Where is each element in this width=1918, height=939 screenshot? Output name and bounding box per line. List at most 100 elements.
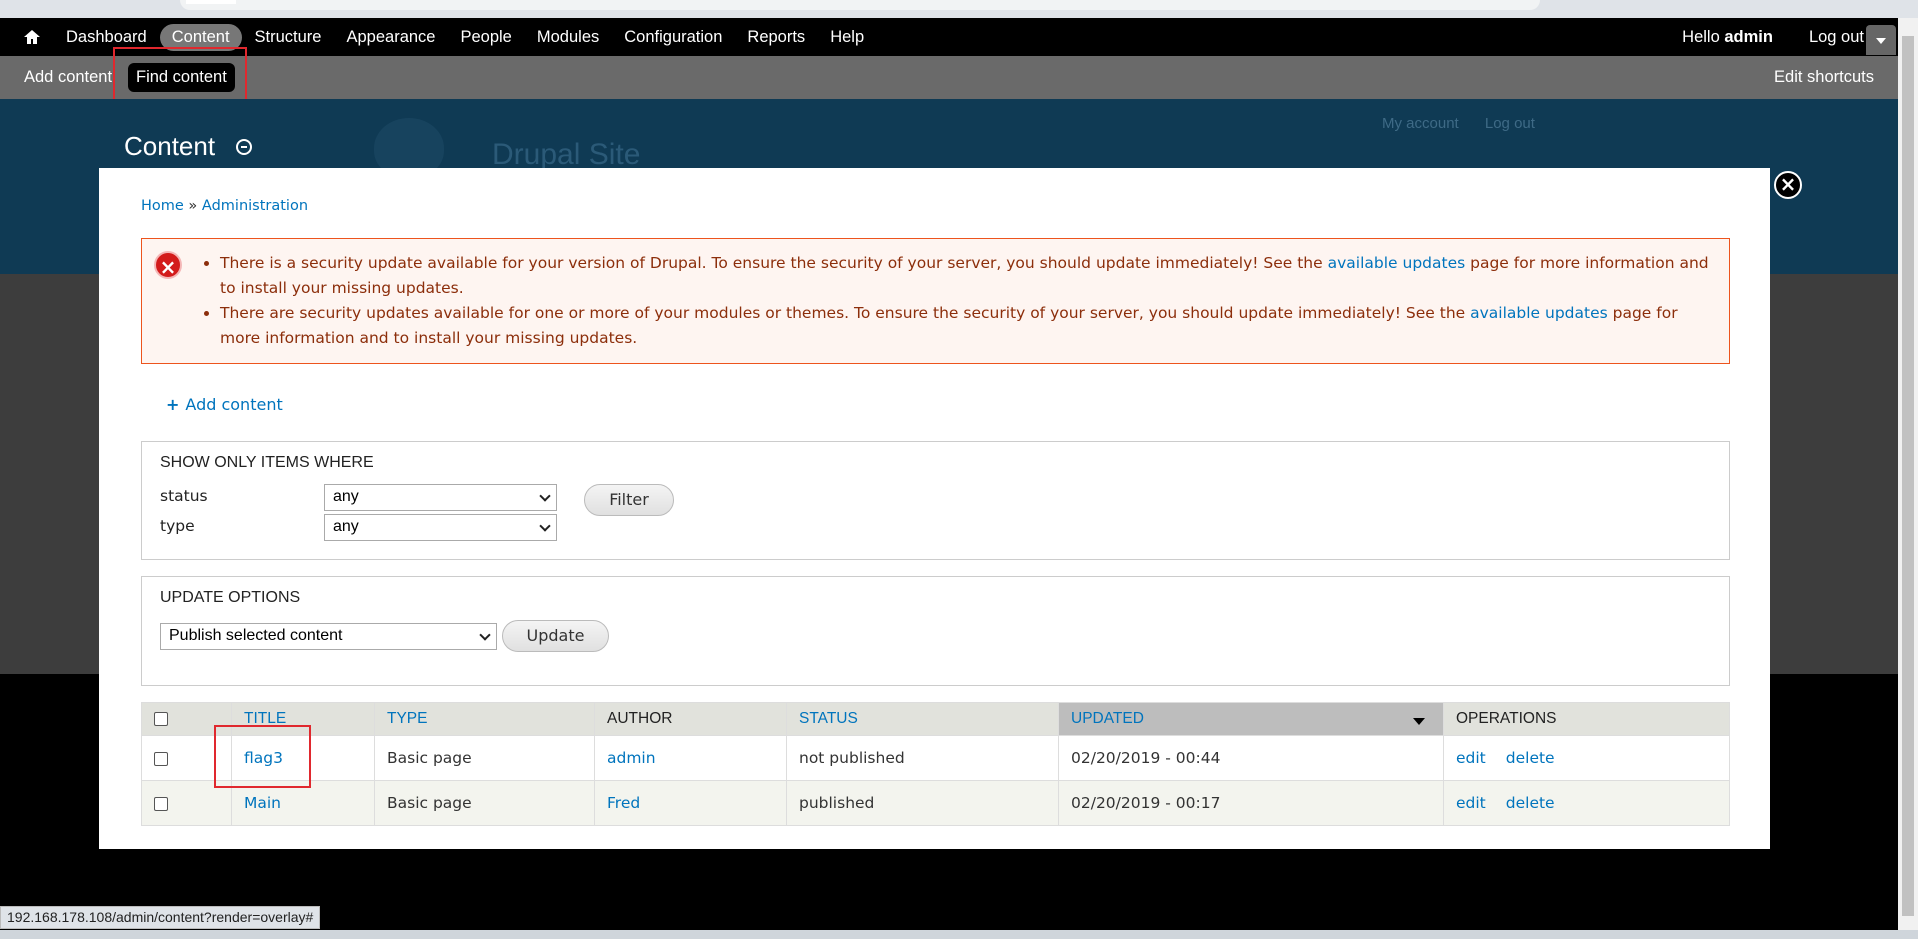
sort-type-link[interactable]: Type xyxy=(387,710,427,727)
select-all-checkbox[interactable] xyxy=(154,711,168,726)
menu-configuration[interactable]: Configuration xyxy=(612,24,734,51)
status-select-value: any xyxy=(333,488,359,505)
filter-button[interactable]: Filter xyxy=(584,484,674,516)
site-user-links: My account Log out xyxy=(1382,115,1557,132)
row-checkbox[interactable] xyxy=(154,751,168,766)
close-icon[interactable]: × xyxy=(1774,171,1802,199)
update-options-legend: Update options xyxy=(160,589,301,606)
breadcrumb-administration[interactable]: Administration xyxy=(202,198,308,214)
header-status[interactable]: Status xyxy=(786,702,1059,736)
error-x-icon: × xyxy=(154,251,182,279)
row-checkbox[interactable] xyxy=(154,796,168,811)
error-list: There is a security update available for… xyxy=(220,251,1710,351)
sort-updated-link[interactable]: Updated xyxy=(1071,710,1144,727)
type-select[interactable]: any xyxy=(324,514,557,541)
update-operation-value: Publish selected content xyxy=(169,627,343,644)
add-content-label: Add content xyxy=(185,395,283,414)
username[interactable]: admin xyxy=(1724,28,1773,46)
header-operations: Operations xyxy=(1443,702,1730,736)
header-type[interactable]: Type xyxy=(374,702,595,736)
browser-status-bar: 192.168.178.108/admin/content?render=ove… xyxy=(0,906,321,929)
filter-fieldset: Show only items where status any type an… xyxy=(141,441,1730,560)
chevron-down-icon xyxy=(479,629,491,641)
update-button[interactable]: Update xyxy=(502,620,609,652)
edit-shortcuts-link[interactable]: Edit shortcuts xyxy=(1774,68,1874,87)
menu-appearance[interactable]: Appearance xyxy=(334,24,447,51)
type-select-value: any xyxy=(333,518,359,535)
filter-legend: Show only items where xyxy=(160,454,374,471)
edit-link[interactable]: edit xyxy=(1456,749,1486,767)
error-message: There are security updates available for… xyxy=(220,301,1710,351)
available-updates-link[interactable]: available updates xyxy=(1470,304,1608,322)
add-content-link[interactable]: + Add content xyxy=(166,395,283,414)
scrollbar-thumb[interactable] xyxy=(1902,36,1914,916)
home-icon[interactable] xyxy=(22,27,42,47)
type-cell: Basic page xyxy=(374,735,595,781)
chevron-down-icon xyxy=(1876,38,1886,44)
status-select[interactable]: any xyxy=(324,484,557,511)
header-updated[interactable]: Updated xyxy=(1058,702,1444,736)
error-messages: × There is a security update available f… xyxy=(141,238,1730,364)
admin-toolbar: Dashboard Content Structure Appearance P… xyxy=(0,18,1898,56)
shortcuts-bar: Add content Find content Edit shortcuts xyxy=(0,56,1898,99)
breadcrumb-home[interactable]: Home xyxy=(141,198,184,214)
plus-icon: + xyxy=(166,395,180,414)
status-cell: not published xyxy=(786,735,1059,781)
operations-cell: edit delete xyxy=(1443,780,1730,826)
site-name: Drupal Site xyxy=(492,138,641,171)
toggle-drawer-button[interactable] xyxy=(1866,25,1896,55)
highlight-box-find-content xyxy=(113,47,247,103)
highlight-box-flag3 xyxy=(214,725,311,788)
table-header-row: Title Type Author Status Updated Operati… xyxy=(141,702,1730,736)
author-cell: admin xyxy=(594,735,787,781)
chevron-down-icon xyxy=(539,490,551,502)
my-account-link[interactable]: My account xyxy=(1382,115,1459,132)
delete-link[interactable]: delete xyxy=(1506,749,1555,767)
site-logout-link[interactable]: Log out xyxy=(1485,115,1535,132)
menu-modules[interactable]: Modules xyxy=(525,24,611,51)
sort-descending-icon xyxy=(1413,718,1425,725)
edit-link[interactable]: edit xyxy=(1456,794,1486,812)
menu-reports[interactable]: Reports xyxy=(735,24,817,51)
table-row: Main Basic page Fred published 02/20/201… xyxy=(141,780,1730,826)
page-scrollbar[interactable] xyxy=(1898,18,1918,930)
delete-link[interactable]: delete xyxy=(1506,794,1555,812)
breadcrumb-separator: » xyxy=(183,198,202,214)
updated-cell: 02/20/2019 - 00:17 xyxy=(1058,780,1444,826)
content-table: Title Type Author Status Updated Operati… xyxy=(141,702,1730,826)
type-label: type xyxy=(160,517,195,535)
browser-tab-highlight xyxy=(186,0,236,4)
user-greeting: Hello admin xyxy=(1682,28,1773,47)
header-author: Author xyxy=(594,702,787,736)
operations-cell: edit delete xyxy=(1443,735,1730,781)
status-cell: published xyxy=(786,780,1059,826)
type-cell: Basic page xyxy=(374,780,595,826)
sort-status-link[interactable]: Status xyxy=(799,710,858,727)
menu-structure[interactable]: Structure xyxy=(243,24,334,51)
toolbar-user-area: Hello admin Log out xyxy=(1682,18,1864,56)
menu-help[interactable]: Help xyxy=(818,24,876,51)
available-updates-link[interactable]: available updates xyxy=(1328,254,1466,272)
browser-address-pill xyxy=(180,0,1540,10)
page-title: Content xyxy=(124,131,216,161)
status-label: status xyxy=(160,487,208,505)
menu-people[interactable]: People xyxy=(448,24,523,51)
author-cell: Fred xyxy=(594,780,787,826)
msg2-before: There are security updates available for… xyxy=(220,304,1471,322)
author-link[interactable]: admin xyxy=(607,749,656,767)
greeting-prefix: Hello xyxy=(1682,27,1725,46)
error-message: There is a security update available for… xyxy=(220,251,1710,301)
browser-top-strip xyxy=(0,0,1918,18)
chevron-down-icon xyxy=(539,520,551,532)
update-operation-select[interactable]: Publish selected content xyxy=(160,623,497,650)
updated-cell: 02/20/2019 - 00:44 xyxy=(1058,735,1444,781)
browser-bottom-strip xyxy=(0,930,1918,939)
msg1-before: There is a security update available for… xyxy=(220,254,1328,272)
toolbar-logout-link[interactable]: Log out xyxy=(1809,28,1864,47)
shortcut-add-content[interactable]: Add content xyxy=(24,68,112,87)
node-title-link[interactable]: Main xyxy=(244,794,281,812)
update-options-fieldset: Update options Publish selected content … xyxy=(141,576,1730,686)
table-row: flag3 Basic page admin not published 02/… xyxy=(141,735,1730,781)
author-link[interactable]: Fred xyxy=(607,794,640,812)
collapse-icon[interactable] xyxy=(236,139,252,155)
